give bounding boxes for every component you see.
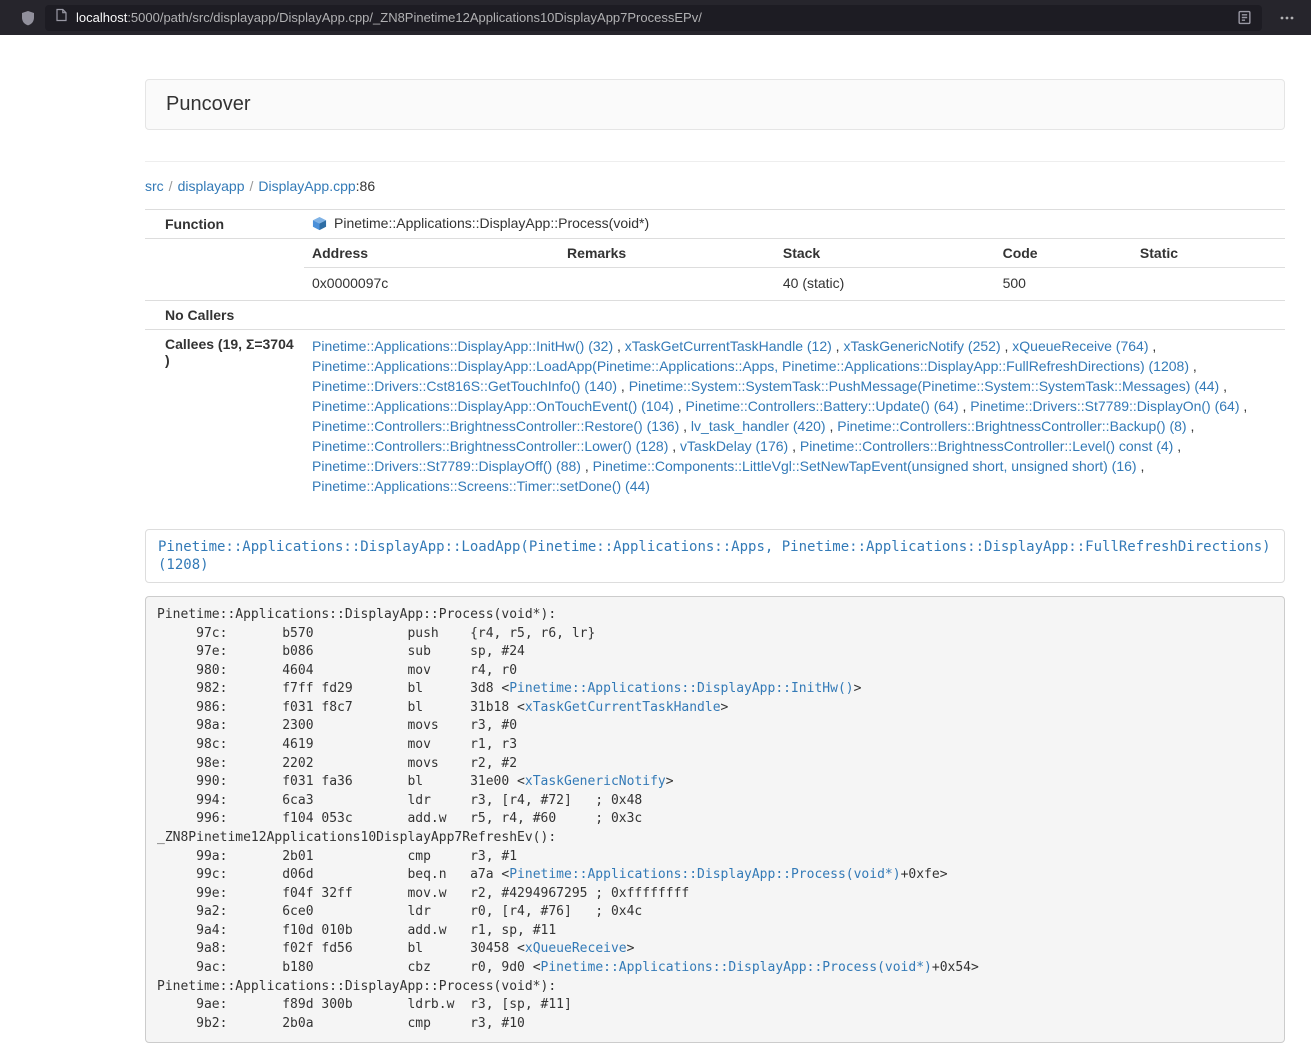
disassembly-block: Pinetime::Applications::DisplayApp::Proc… [145,596,1285,1043]
page-title-box: Puncover [145,79,1285,130]
url-host: localhost [76,10,127,25]
page-info-icon[interactable] [55,8,68,27]
callee-separator: , [674,398,686,414]
callee-separator: , [1173,438,1181,454]
callee-link[interactable]: Pinetime::Applications::DisplayApp::Load… [312,358,1189,374]
callee-separator: , [617,378,629,394]
url-path: :5000/path/src/displayapp/DisplayApp.cpp… [127,10,702,25]
callee-separator: , [832,338,844,354]
callee-separator: , [1240,398,1248,414]
callee-separator: , [1187,418,1195,434]
callee-separator: , [1189,358,1197,374]
reader-mode-icon[interactable] [1237,10,1252,25]
callee-link[interactable]: Pinetime::Controllers::BrightnessControl… [800,438,1173,454]
callee-link[interactable]: Pinetime::Controllers::BrightnessControl… [312,418,679,434]
callee-link[interactable]: Pinetime::System::SystemTask::PushMessag… [629,378,1220,394]
stats-value-remarks [559,268,775,301]
stats-header-code: Code [995,239,1132,268]
focused-callee-box: Pinetime::Applications::DisplayApp::Load… [145,529,1285,583]
stats-value-code: 500 [995,268,1132,301]
callee-separator: , [581,458,593,474]
stats-value-stack: 40 (static) [775,268,995,301]
callee-separator: , [1219,378,1227,394]
no-callers-label: No Callers [145,301,304,330]
callee-link[interactable]: Pinetime::Drivers::Cst816S::GetTouchInfo… [312,378,617,394]
browser-chrome: localhost:5000/path/src/displayapp/Displ… [0,0,1311,35]
method-icon [312,216,327,231]
stats-header-address: Address [304,239,559,268]
stats-row-label [145,239,304,301]
tracking-shield-icon[interactable] [20,10,36,26]
callee-link[interactable]: Pinetime::Applications::DisplayApp::Init… [312,338,613,354]
callee-link[interactable]: Pinetime::Controllers::BrightnessControl… [837,418,1186,434]
url-text: localhost:5000/path/src/displayapp/Displ… [76,10,702,25]
stats-table: Address Remarks Stack Code Static 0x0000… [304,239,1285,300]
callee-link[interactable]: vTaskDelay (176) [680,438,788,454]
callees-list: Pinetime::Applications::DisplayApp::Init… [304,330,1285,507]
menu-dots-icon[interactable] [1279,10,1295,26]
callee-link[interactable]: Pinetime::Controllers::Battery::Update()… [686,398,959,414]
code-symbol-link[interactable]: xTaskGetCurrentTaskHandle [525,700,721,715]
callee-link[interactable]: lv_task_handler (420) [691,418,826,434]
breadcrumb-link-displayapp[interactable]: displayapp [178,178,245,194]
callee-separator: , [826,418,838,434]
callee-link[interactable]: Pinetime::Controllers::BrightnessControl… [312,438,668,454]
stats-value-static [1132,268,1285,301]
breadcrumb-link-file[interactable]: DisplayApp.cpp [258,178,355,194]
function-row: Function Pinetime::Applications::Display… [145,210,1285,239]
callee-link[interactable]: xTaskGenericNotify (252) [843,338,1000,354]
code-symbol-link[interactable]: xQueueReceive [525,941,627,956]
callee-link[interactable]: xTaskGetCurrentTaskHandle (12) [625,338,832,354]
stats-value-row: 0x0000097c 40 (static) 500 [304,268,1285,301]
breadcrumb: src/displayapp/DisplayApp.cpp:86 [145,176,1285,196]
callee-link[interactable]: Pinetime::Drivers::St7789::DisplayOff() … [312,458,581,474]
divider [145,161,1285,162]
callee-link[interactable]: Pinetime::Applications::Screens::Timer::… [312,478,650,494]
code-symbol-link[interactable]: Pinetime::Applications::DisplayApp::Proc… [509,867,900,882]
breadcrumb-separator: / [169,178,173,194]
stats-header-stack: Stack [775,239,995,268]
function-row-label: Function [145,210,304,239]
code-symbol-link[interactable]: Pinetime::Applications::DisplayApp::Proc… [541,960,932,975]
callee-separator: , [959,398,971,414]
stats-header-static: Static [1132,239,1285,268]
callee-link[interactable]: Pinetime::Applications::DisplayApp::OnTo… [312,398,674,414]
callee-link[interactable]: Pinetime::Components::LittleVgl::SetNewT… [593,458,1137,474]
callee-separator: , [613,338,625,354]
callee-separator: , [1001,338,1013,354]
callee-link[interactable]: Pinetime::Drivers::St7789::DisplayOn() (… [970,398,1239,414]
code-symbol-link[interactable]: Pinetime::Applications::DisplayApp::Init… [509,681,853,696]
stats-header-row: Address Remarks Stack Code Static [304,239,1285,268]
page-title: Puncover [166,93,1264,116]
breadcrumb-line-number: :86 [356,178,375,194]
focused-callee-link[interactable]: Pinetime::Applications::DisplayApp::Load… [158,539,1271,573]
callees-label: Callees (19, Σ=3704 ) [145,330,304,507]
callee-separator: , [679,418,691,434]
stats-header-remarks: Remarks [559,239,775,268]
callee-separator: , [1148,338,1156,354]
callee-separator: , [1137,458,1145,474]
callee-separator: , [668,438,680,454]
callees-row: Callees (19, Σ=3704 ) Pinetime::Applicat… [145,330,1285,507]
no-callers-row: No Callers [145,301,1285,330]
stats-value-address: 0x0000097c [304,268,559,301]
function-table: Function Pinetime::Applications::Display… [145,209,1285,506]
breadcrumb-separator: / [250,178,254,194]
breadcrumb-link-src[interactable]: src [145,178,164,194]
page-container: Puncover src/displayapp/DisplayApp.cpp:8… [145,35,1285,1043]
url-bar[interactable]: localhost:5000/path/src/displayapp/Displ… [45,5,1262,31]
callee-link[interactable]: xQueueReceive (764) [1012,338,1148,354]
function-name: Pinetime::Applications::DisplayApp::Proc… [334,215,649,231]
stats-row: Address Remarks Stack Code Static 0x0000… [145,239,1285,301]
code-symbol-link[interactable]: xTaskGenericNotify [525,774,666,789]
callee-separator: , [788,438,800,454]
